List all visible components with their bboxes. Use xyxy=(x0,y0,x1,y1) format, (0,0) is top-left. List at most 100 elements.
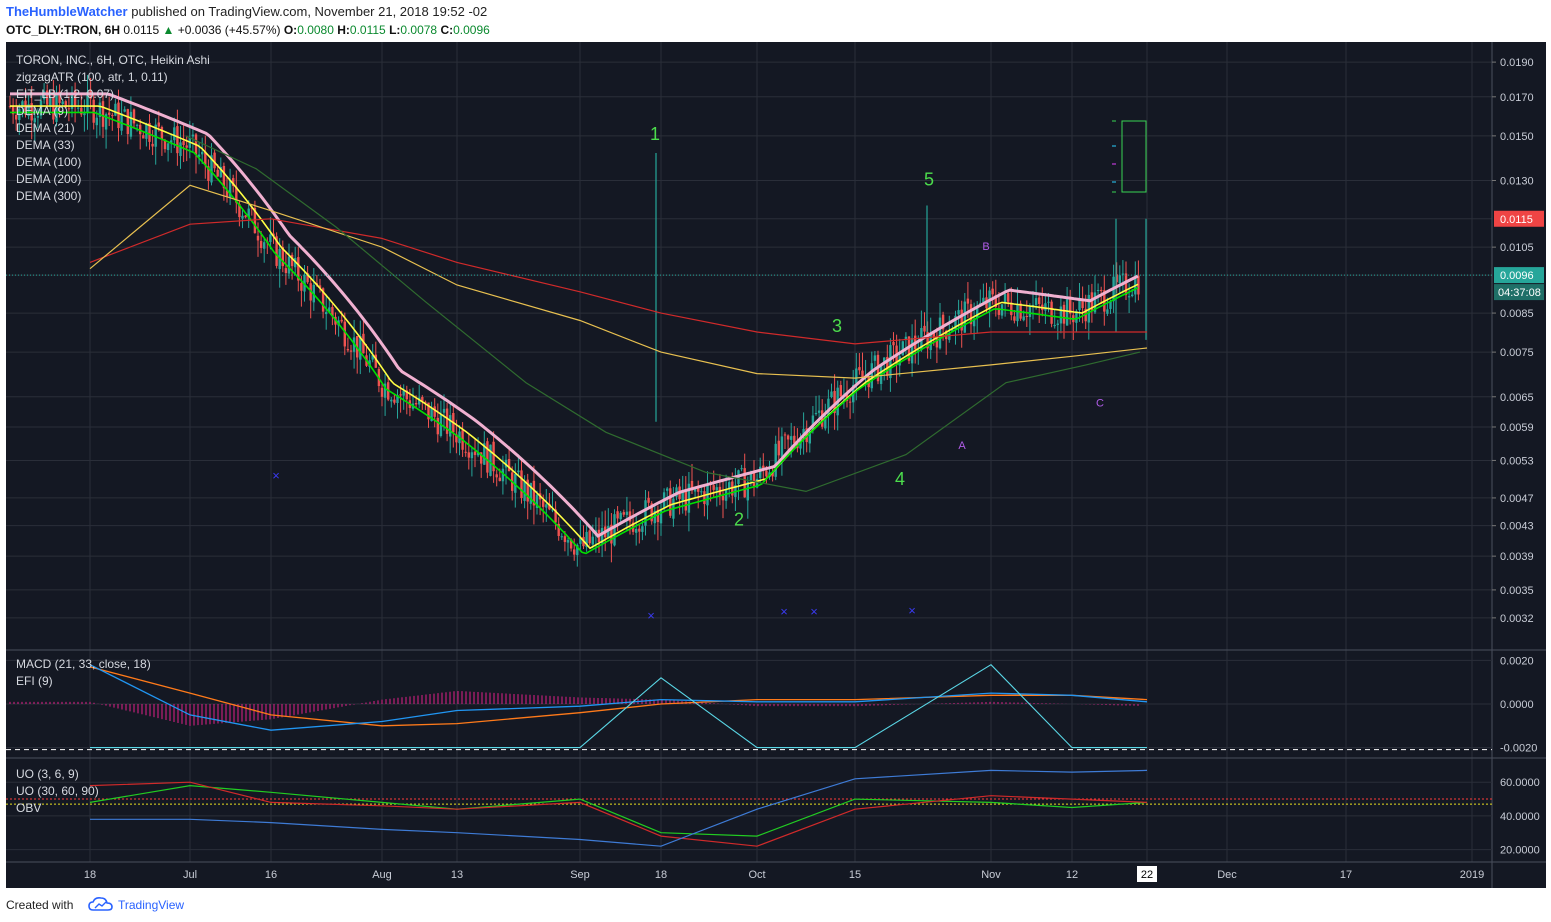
candle-body xyxy=(1106,309,1109,314)
candle-body xyxy=(83,113,86,116)
candle-body xyxy=(759,466,762,479)
time-tick-label: Aug xyxy=(372,869,392,881)
uo-tick-label: 20.0000 xyxy=(1500,845,1540,857)
candle-body xyxy=(414,402,418,405)
candle-body xyxy=(464,451,467,453)
candle-body xyxy=(380,387,384,397)
candle-body xyxy=(1007,293,1010,302)
macd-tick-label: 0.0020 xyxy=(1500,655,1534,667)
macd-legend-item-0: MACD (21, 33, close, 18) xyxy=(16,657,151,671)
author-link[interactable]: TheHumbleWatcher xyxy=(6,4,128,19)
candle-body xyxy=(641,526,644,532)
candle-body xyxy=(1065,299,1069,326)
candle-body xyxy=(523,481,526,501)
candle-body xyxy=(92,99,95,123)
candle-body xyxy=(752,471,756,487)
price-tick-label: 0.0170 xyxy=(1500,92,1534,104)
candle-body xyxy=(263,242,266,249)
footer-bar: Created with TradingView xyxy=(0,890,1551,922)
price-tick-label: 0.0150 xyxy=(1500,131,1534,143)
legend-item-0: TORON, INC., 6H, OTC, Heikin Ashi xyxy=(16,53,210,67)
candle-body xyxy=(910,338,914,364)
cloud-logo-icon xyxy=(88,897,113,911)
publish-line: TheHumbleWatcher published on TradingVie… xyxy=(6,4,487,19)
candle-body xyxy=(77,107,80,109)
candle-body xyxy=(287,256,291,274)
candle-body xyxy=(786,435,790,440)
uo-legend-item-2: OBV xyxy=(16,801,41,815)
candle-body xyxy=(783,434,787,436)
price-tick-label: 0.0035 xyxy=(1500,585,1534,597)
candle-body xyxy=(715,487,718,491)
open-label: O: xyxy=(283,23,298,37)
candle-body xyxy=(129,111,133,137)
candle-body xyxy=(777,440,780,456)
candle-body xyxy=(269,234,272,243)
candle-body xyxy=(635,528,638,533)
candle-body xyxy=(830,391,833,398)
candle-body xyxy=(848,401,852,403)
price-tick-label: 0.0032 xyxy=(1500,613,1534,625)
candle-body xyxy=(873,355,877,361)
countdown-tag-text: 04:37:08 xyxy=(1498,287,1541,299)
chart-area[interactable]: × × × × × 1 2 3 4 5 A B C 0.0190 0.0170 0.0150 0.0130 0.0… xyxy=(6,42,1546,888)
candle-body xyxy=(123,109,126,112)
candle-body xyxy=(774,443,777,477)
candle-body xyxy=(244,215,247,218)
candle-body xyxy=(436,417,439,435)
candle-body xyxy=(588,530,591,544)
candle-body xyxy=(135,124,139,126)
candle-body xyxy=(622,512,625,515)
wave-label-A: A xyxy=(958,440,966,452)
price-tick-label: 0.0075 xyxy=(1500,347,1534,359)
open-value: 0.0080 xyxy=(297,23,334,37)
price-tick-label: 0.0065 xyxy=(1500,392,1534,404)
price-tick-label: 0.0085 xyxy=(1500,308,1534,320)
candle-body xyxy=(80,107,83,115)
candle-body xyxy=(625,511,629,515)
tradingview-link[interactable]: TradingView xyxy=(118,898,184,912)
time-tick-label: 2019 xyxy=(1460,869,1484,881)
candle-body xyxy=(1056,323,1059,325)
candle-body xyxy=(111,115,114,117)
candle-body xyxy=(517,470,520,473)
candle-body xyxy=(991,288,994,295)
candle-body xyxy=(858,367,861,371)
candle-body xyxy=(659,509,663,524)
candle-body xyxy=(185,145,188,148)
chart-svg[interactable]: ×× × × ×12345ABC0.01900.01700.01500.01300.0… xyxy=(6,42,1546,888)
time-tick-label: 13 xyxy=(451,869,463,881)
candle-body xyxy=(1003,294,1007,304)
price-tick-label: 0.0105 xyxy=(1500,242,1534,254)
candle-body xyxy=(1078,300,1081,311)
candle-body xyxy=(157,122,160,127)
candle-body xyxy=(467,452,470,458)
candle-body xyxy=(1022,316,1025,321)
candle-body xyxy=(160,127,164,139)
candle-body xyxy=(473,451,477,456)
time-tick-label: 17 xyxy=(1340,869,1352,881)
time-tick-label: Nov xyxy=(981,869,1001,881)
candle-body xyxy=(743,468,746,498)
wave-label-2: 2 xyxy=(734,510,744,530)
candle-body xyxy=(616,511,619,519)
legend-item-4: DEMA (21) xyxy=(16,121,75,135)
candle-body xyxy=(241,215,244,219)
candle-body xyxy=(1109,301,1112,309)
price-tick-label: 0.0059 xyxy=(1500,422,1534,434)
symbol-line: OTC_DLY:TRON, 6H 0.0115 ▲ +0.0036 (+45.5… xyxy=(6,23,490,37)
high-label: H: xyxy=(337,23,350,37)
time-tick-label: 15 xyxy=(849,869,861,881)
candle-body xyxy=(573,549,576,555)
candle-body xyxy=(442,408,446,413)
candle-body xyxy=(566,539,570,543)
candle-body xyxy=(300,283,303,291)
close-label: C: xyxy=(440,23,454,37)
low-label: L: xyxy=(389,23,401,37)
candle-body xyxy=(746,481,749,501)
close-value: 0.0096 xyxy=(453,23,490,37)
candle-body xyxy=(470,452,474,459)
publish-info: published on TradingView.com, November 2… xyxy=(131,4,488,19)
wave-label-B: B xyxy=(982,241,989,253)
candle-body xyxy=(173,127,176,141)
